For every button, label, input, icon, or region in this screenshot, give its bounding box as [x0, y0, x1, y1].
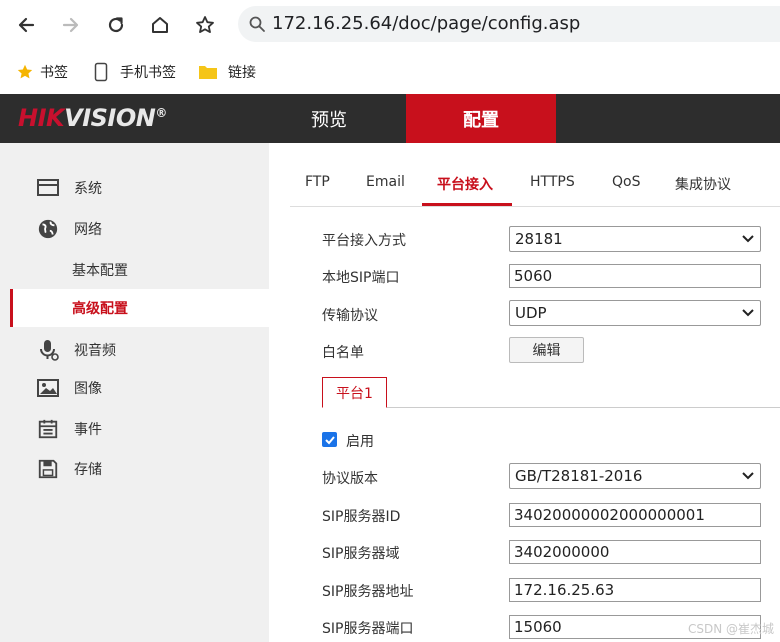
chevron-down-icon: [742, 472, 754, 480]
sip-port-input[interactable]: 5060: [509, 264, 761, 288]
app-header: HIKVISION® 预览 配置: [0, 94, 780, 143]
enable-checkbox[interactable]: [322, 432, 337, 447]
tab-https[interactable]: HTTPS: [530, 174, 575, 190]
search-icon: [249, 16, 265, 32]
chevron-down-icon: [742, 309, 754, 317]
nav-label: 预览: [311, 109, 347, 131]
sidebar-item-label: 系统: [74, 181, 102, 197]
bookmark-star-button[interactable]: [188, 8, 222, 42]
select-value: GB/T28181-2016: [515, 467, 643, 485]
tab-ftp[interactable]: FTP: [305, 174, 330, 190]
folder-icon: [199, 66, 217, 79]
tab-integration-protocol[interactable]: 集成协议: [675, 174, 731, 194]
sidebar-item-label: 图像: [74, 381, 102, 397]
globe-icon: [38, 219, 58, 239]
bookmark-item-mobile[interactable]: 手机书签: [94, 62, 176, 82]
sidebar-item-label: 存储: [74, 462, 102, 478]
access-mode-select[interactable]: 28181: [509, 226, 761, 252]
sip-port-label: 本地SIP端口: [322, 270, 400, 286]
star-outline-icon: [196, 16, 214, 33]
bookmark-label: 链接: [228, 65, 256, 81]
subtab-label: 平台1: [336, 385, 373, 402]
sidebar-item-label: 事件: [74, 422, 102, 438]
sip-domain-input[interactable]: 3402000000: [509, 540, 761, 564]
reload-icon: [108, 17, 124, 33]
whitelist-label: 白名单: [322, 345, 364, 361]
sidebar-item-label: 视音频: [74, 343, 116, 359]
sidebar-sub-advanced-config[interactable]: 高级配置: [10, 289, 269, 327]
nav-label: 配置: [463, 109, 499, 131]
logo-text-vision: VISION: [64, 104, 156, 132]
chevron-down-icon: [742, 235, 754, 243]
bookmark-item-links[interactable]: 链接: [198, 62, 256, 82]
sip-address-label: SIP服务器地址: [322, 584, 414, 600]
forward-button[interactable]: [54, 8, 88, 42]
calendar-icon: [38, 419, 58, 439]
save-icon: [38, 459, 58, 479]
tab-platform-access[interactable]: 平台接入: [437, 174, 493, 194]
active-tab-indicator: [422, 203, 512, 206]
url-text: 172.16.25.64/doc/page/config.asp: [272, 13, 581, 34]
sidebar-sub-label: 高级配置: [72, 301, 128, 317]
enable-label: 启用: [346, 434, 374, 450]
sidebar-item-label: 网络: [74, 222, 102, 238]
home-icon: [152, 17, 168, 33]
address-bar[interactable]: 172.16.25.64/doc/page/config.asp: [238, 6, 780, 42]
bookmarks-bar: 书签 手机书签 链接: [0, 50, 780, 95]
browser-toolbar: 172.16.25.64/doc/page/config.asp: [0, 0, 780, 50]
monitor-icon: [37, 179, 59, 196]
access-mode-label: 平台接入方式: [322, 233, 406, 249]
sip-server-port-label: SIP服务器端口: [322, 621, 414, 637]
reload-button[interactable]: [99, 8, 133, 42]
bookmark-label: 手机书签: [120, 65, 176, 81]
bookmark-item-bookmarks[interactable]: 书签: [16, 62, 68, 82]
watermark: CSDN @崔杰城: [687, 622, 774, 636]
protocol-version-select[interactable]: GB/T28181-2016: [509, 463, 761, 489]
image-icon: [37, 379, 59, 397]
tab-platform-1[interactable]: 平台1: [322, 377, 387, 408]
sidebar-item-event[interactable]: 事件: [36, 418, 102, 440]
select-value: 28181: [515, 230, 563, 248]
logo-text: HIK: [18, 104, 65, 132]
protocol-version-label: 协议版本: [322, 471, 378, 487]
arrow-right-icon: [62, 17, 79, 33]
select-value: UDP: [515, 304, 547, 322]
sidebar-item-network[interactable]: 网络: [36, 218, 102, 240]
back-button[interactable]: [9, 8, 43, 42]
edit-whitelist-button[interactable]: 编辑: [509, 337, 584, 363]
phone-icon: [94, 62, 108, 82]
transport-label: 传输协议: [322, 308, 378, 324]
config-tabs: FTP Email 平台接入 HTTPS QoS 集成协议: [290, 160, 780, 207]
nav-config[interactable]: 配置: [406, 94, 556, 143]
logo-registered-mark: ®: [155, 106, 167, 120]
sidebar-item-system[interactable]: 系统: [36, 178, 102, 198]
sidebar-item-image[interactable]: 图像: [36, 378, 102, 398]
sidebar-sub-label: 基本配置: [72, 263, 128, 279]
subtab-divider: [322, 407, 780, 408]
microphone-icon: [40, 340, 59, 361]
transport-select[interactable]: UDP: [509, 300, 761, 326]
sidebar: 系统 网络 基本配置 高级配置 视音频 图像 事件 存储: [0, 143, 269, 642]
checkmark-icon: [324, 435, 335, 444]
sidebar-sub-basic-config[interactable]: 基本配置: [72, 260, 128, 280]
tab-qos[interactable]: QoS: [612, 174, 640, 190]
nav-preview[interactable]: 预览: [270, 94, 388, 143]
tab-email[interactable]: Email: [366, 174, 405, 190]
sip-address-input[interactable]: 172.16.25.63: [509, 578, 761, 602]
sip-domain-label: SIP服务器域: [322, 546, 400, 562]
sidebar-item-audio-video[interactable]: 视音频: [36, 338, 116, 362]
sidebar-item-storage[interactable]: 存储: [36, 458, 102, 480]
sip-server-id-input[interactable]: 34020000002000000001: [509, 503, 761, 527]
star-icon: [17, 64, 33, 79]
sip-server-id-label: SIP服务器ID: [322, 509, 401, 525]
arrow-left-icon: [18, 17, 35, 33]
hikvision-logo: HIKVISION®: [18, 104, 167, 132]
home-button[interactable]: [143, 8, 177, 42]
bookmark-label: 书签: [40, 65, 68, 81]
